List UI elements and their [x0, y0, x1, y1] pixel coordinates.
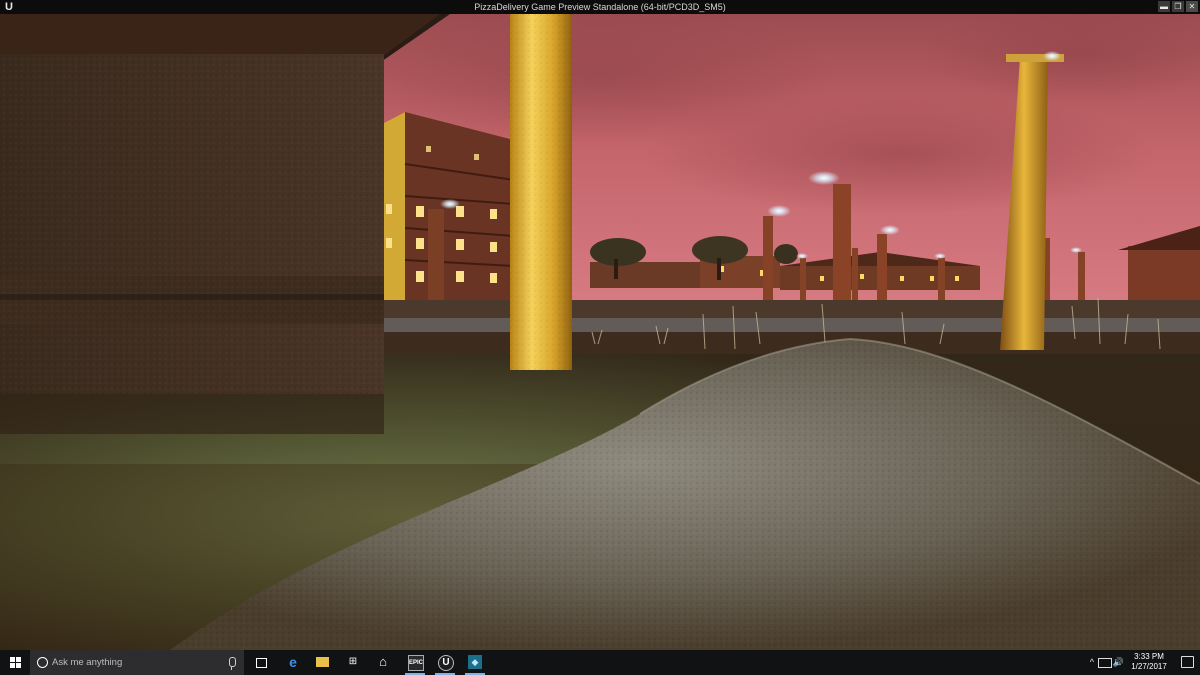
store-icon: ⊞: [348, 656, 358, 667]
clock[interactable]: 3:33 PM 1/27/2017: [1124, 652, 1174, 672]
epic-games-launcher-button[interactable]: EPIC: [402, 650, 428, 675]
start-button[interactable]: [0, 650, 30, 675]
unreal-engine-icon: U: [438, 655, 454, 671]
show-hidden-icons-chevron-icon[interactable]: ^: [1090, 657, 1094, 667]
game-scene: [0, 14, 1200, 650]
network-icon[interactable]: [1098, 658, 1112, 668]
maximize-button[interactable]: ❐: [1172, 1, 1184, 12]
game-viewport[interactable]: [0, 14, 1200, 650]
folder-icon: [316, 657, 329, 667]
windows-logo-icon: [10, 657, 21, 668]
close-button[interactable]: ✕: [1186, 1, 1198, 12]
concrete-wall: [0, 14, 450, 434]
unreal-project-button[interactable]: ◆: [462, 650, 488, 675]
window-title: PizzaDelivery Game Preview Standalone (6…: [474, 2, 726, 12]
windows-taskbar: Ask me anything e ⊞ ⌂ EPIC U ◆ ^ 🔊 3:33 …: [0, 650, 1200, 675]
home-button[interactable]: ⌂: [370, 650, 396, 675]
system-tray: ^ 🔊 3:33 PM 1/27/2017: [1080, 650, 1200, 675]
window-title-bar: U PizzaDelivery Game Preview Standalone …: [0, 0, 1200, 14]
edge-browser-button[interactable]: e: [280, 650, 306, 675]
store-button[interactable]: ⊞: [340, 650, 366, 675]
unreal-project-icon: ◆: [468, 655, 482, 669]
volume-icon[interactable]: 🔊: [1113, 657, 1124, 667]
edge-icon: e: [289, 654, 297, 670]
action-center-icon[interactable]: [1181, 656, 1194, 668]
microphone-icon[interactable]: [229, 657, 236, 670]
home-icon: ⌂: [379, 654, 387, 669]
task-view-button[interactable]: [248, 650, 274, 675]
task-view-icon: [256, 658, 267, 668]
clock-time: 3:33 PM: [1134, 652, 1164, 661]
minimize-button[interactable]: ▬: [1158, 1, 1170, 12]
window-controls: ▬ ❐ ✕: [1158, 1, 1198, 12]
file-explorer-button[interactable]: [310, 650, 336, 675]
cortana-search-box[interactable]: Ask me anything: [30, 650, 244, 675]
clock-date: 1/27/2017: [1131, 662, 1167, 671]
epic-games-icon: EPIC: [408, 655, 424, 671]
unreal-engine-button[interactable]: U: [432, 650, 458, 675]
search-placeholder: Ask me anything: [52, 657, 123, 668]
cortana-icon: [37, 657, 48, 668]
